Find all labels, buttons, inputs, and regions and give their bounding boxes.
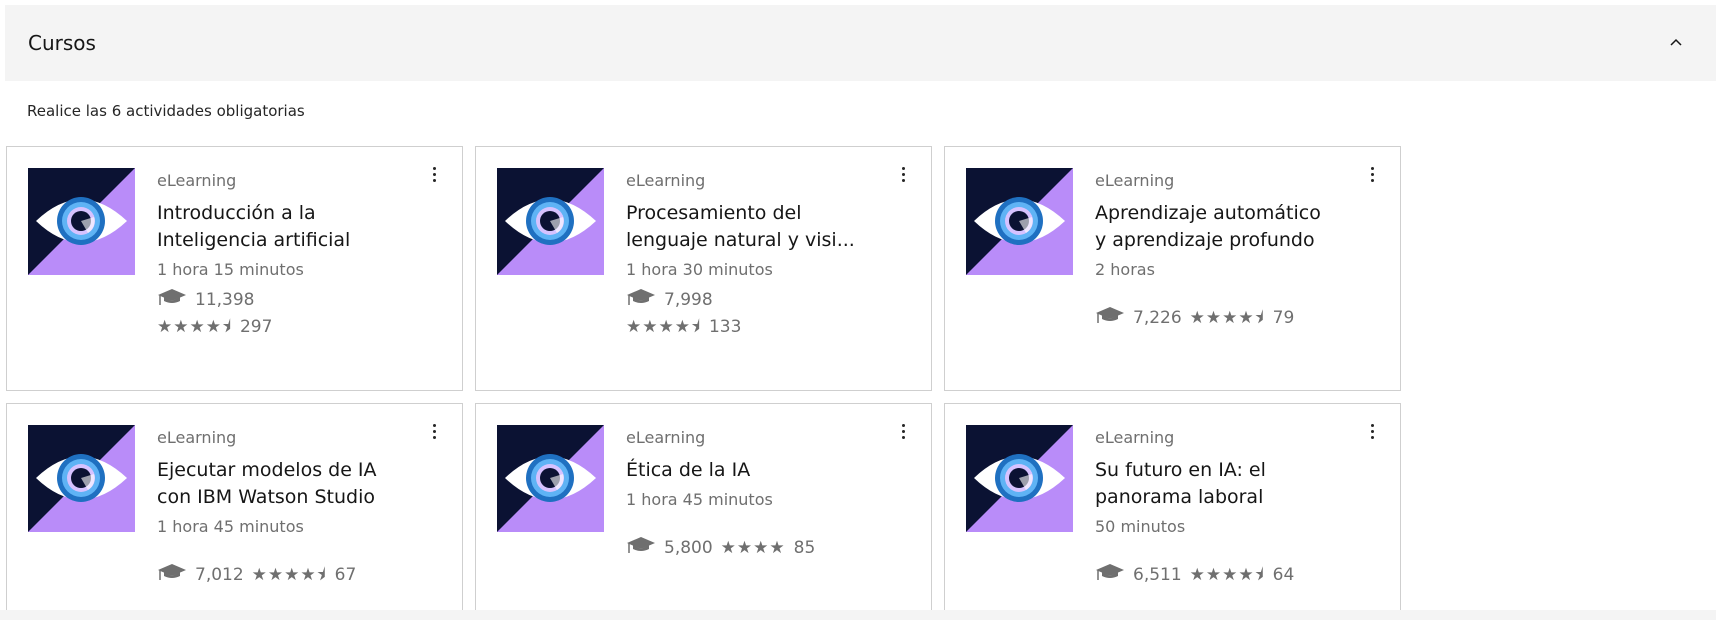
learners-count: 6,511 (1133, 565, 1182, 585)
learners-row: 7,998 (626, 286, 901, 314)
graduation-cap-icon (1095, 561, 1125, 589)
star-icon: ★★★★⯨ (251, 565, 327, 585)
learners-rating-row: 6,511 ★★★★⯨ 64 (1095, 561, 1370, 589)
star-icon: ★★★★⯨ (157, 317, 232, 337)
card-type: eLearning (626, 428, 706, 447)
course-card[interactable]: eLearning Introducción a la Inteligencia… (6, 146, 463, 391)
card-title-line-1: Introducción a la (157, 202, 316, 224)
graduation-cap-icon (157, 561, 187, 589)
card-duration: 2 horas (1095, 260, 1155, 279)
card-duration: 1 hora 30 minutos (626, 260, 773, 279)
star-icon: ★★★★⯨ (1189, 308, 1265, 328)
learners-count: 7,012 (195, 565, 244, 585)
learners-row: 11,398 (157, 286, 432, 314)
overflow-menu-icon[interactable] (895, 165, 911, 185)
card-title-line-1: Procesamiento del (626, 202, 802, 224)
section-subtitle: Realice las 6 actividades obligatorias (27, 102, 305, 120)
card-type: eLearning (626, 171, 706, 190)
course-card[interactable]: eLearning Ejecutar modelos de IA con IBM… (6, 403, 463, 620)
review-count: 79 (1272, 308, 1295, 328)
star-icon: ★★★★ (720, 538, 786, 558)
card-content: eLearning Introducción a la Inteligencia… (157, 169, 432, 340)
chevron-up-icon[interactable] (1660, 27, 1692, 59)
course-card[interactable]: eLearning Procesamiento del lenguaje nat… (475, 146, 932, 391)
review-count: 85 (793, 538, 816, 558)
eye-logo-icon (966, 425, 1073, 532)
card-title-line-2: lenguaje natural y visi... (626, 229, 855, 251)
rating-row: ★★★★⯨ 133 (626, 314, 901, 340)
learners-count: 7,998 (664, 290, 713, 310)
graduation-cap-icon (1095, 304, 1125, 332)
learners-count: 5,800 (664, 538, 713, 558)
course-card[interactable]: eLearning Aprendizaje automático y apren… (944, 146, 1401, 391)
graduation-cap-icon (626, 534, 656, 562)
card-type: eLearning (157, 428, 237, 447)
eye-logo-icon (497, 425, 604, 532)
star-icon: ★★★★⯨ (1189, 565, 1265, 585)
card-title-line-2: con IBM Watson Studio (157, 486, 376, 508)
footer-strip (0, 610, 1716, 620)
card-type: eLearning (1095, 428, 1175, 447)
card-content: eLearning Su futuro en IA: el panorama l… (1095, 426, 1370, 589)
card-content: eLearning Ejecutar modelos de IA con IBM… (157, 426, 432, 589)
card-type: eLearning (1095, 171, 1175, 190)
card-title-line-2: panorama laboral (1095, 486, 1264, 508)
section-header[interactable]: Cursos (5, 5, 1716, 81)
card-title-line-2: y aprendizaje profundo (1095, 229, 1315, 251)
overflow-menu-icon[interactable] (426, 165, 442, 185)
card-title[interactable]: Introducción a la Inteligencia artificia… (157, 200, 432, 254)
card-duration: 1 hora 15 minutos (157, 260, 304, 279)
card-duration: 1 hora 45 minutos (626, 490, 773, 509)
review-count: 133 (708, 317, 742, 337)
learners-rating-row: 7,012 ★★★★⯨ 67 (157, 561, 432, 589)
graduation-cap-icon (157, 286, 187, 314)
eye-logo-icon (966, 168, 1073, 275)
review-count: 297 (239, 317, 273, 337)
card-title[interactable]: Aprendizaje automático y aprendizaje pro… (1095, 200, 1370, 254)
eye-logo-icon (28, 425, 135, 532)
graduation-cap-icon (626, 286, 656, 314)
card-title-line-1: Ejecutar modelos de IA (157, 459, 377, 481)
card-content: eLearning Procesamiento del lenguaje nat… (626, 169, 901, 340)
card-title[interactable]: Su futuro en IA: el panorama laboral (1095, 457, 1370, 511)
star-icon: ★★★★⯨ (626, 317, 701, 337)
card-title[interactable]: Ejecutar modelos de IA con IBM Watson St… (157, 457, 432, 511)
card-title-line-1: Ética de la IA (626, 459, 751, 481)
learners-count: 11,398 (195, 290, 255, 310)
learners-count: 7,226 (1133, 308, 1182, 328)
course-card[interactable]: eLearning Su futuro en IA: el panorama l… (944, 403, 1401, 620)
card-type: eLearning (157, 171, 237, 190)
card-title-line-1: Aprendizaje automático (1095, 202, 1321, 224)
card-content: eLearning Aprendizaje automático y apren… (1095, 169, 1370, 332)
rating-row: ★★★★⯨ 297 (157, 314, 432, 340)
card-duration: 1 hora 45 minutos (157, 517, 304, 536)
overflow-menu-icon[interactable] (895, 422, 911, 442)
card-content: eLearning Ética de la IA 1 hora 45 minut… (626, 426, 901, 562)
course-card[interactable]: eLearning Ética de la IA 1 hora 45 minut… (475, 403, 932, 620)
card-title-line-2: Inteligencia artificial (157, 229, 351, 251)
eye-logo-icon (28, 168, 135, 275)
learners-rating-row: 7,226 ★★★★⯨ 79 (1095, 304, 1370, 332)
eye-logo-icon (497, 168, 604, 275)
overflow-menu-icon[interactable] (426, 422, 442, 442)
course-grid: eLearning Introducción a la Inteligencia… (6, 146, 1401, 620)
learners-rating-row: 5,800 ★★★★ 85 (626, 534, 901, 562)
overflow-menu-icon[interactable] (1364, 165, 1380, 185)
card-title[interactable]: Procesamiento del lenguaje natural y vis… (626, 200, 901, 254)
section-title: Cursos (28, 31, 96, 55)
card-title[interactable]: Ética de la IA (626, 457, 901, 484)
card-duration: 50 minutos (1095, 517, 1186, 536)
overflow-menu-icon[interactable] (1364, 422, 1380, 442)
review-count: 67 (334, 565, 357, 585)
review-count: 64 (1272, 565, 1295, 585)
card-title-line-1: Su futuro en IA: el (1095, 459, 1266, 481)
